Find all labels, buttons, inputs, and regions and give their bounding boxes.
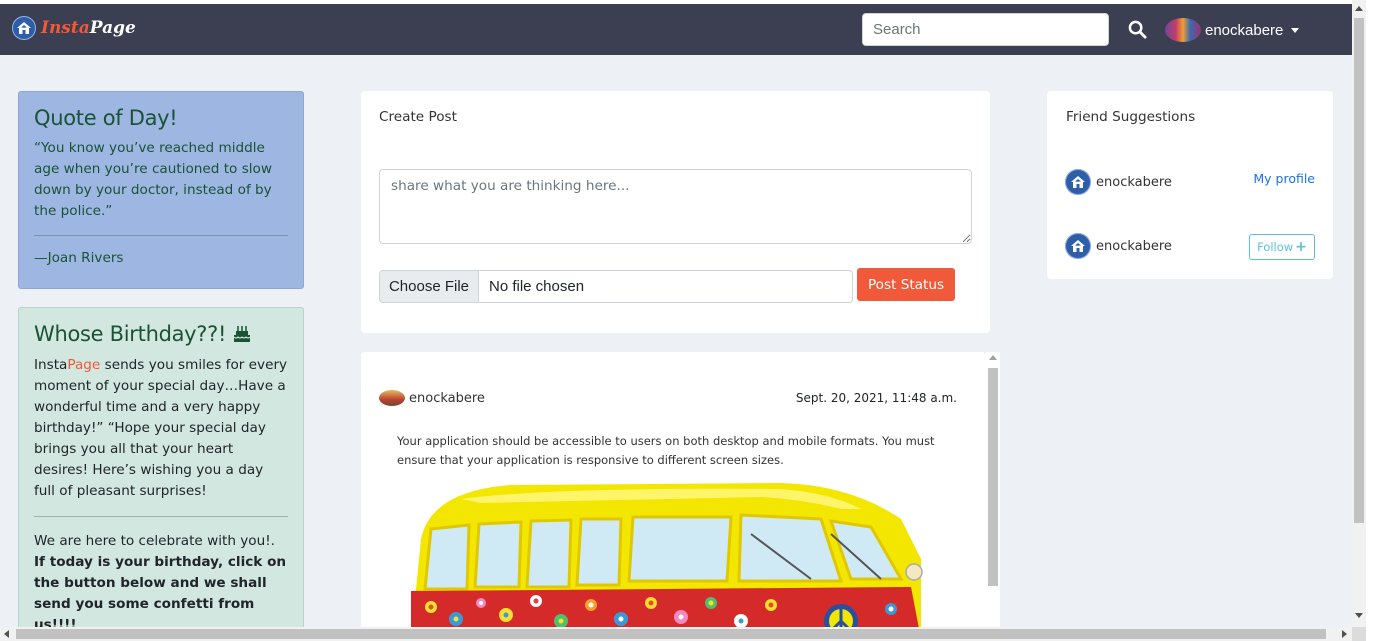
quote-title: Quote of Day! [34,106,178,130]
post-scrollbar[interactable] [986,352,1000,632]
scrollbar-corner [1352,627,1366,641]
post-text: Your application should be accessible to… [397,434,935,467]
create-post-card: Create Post Choose File No file chosen P… [361,91,990,333]
birthday-message: InstaPage sends you smiles for every mom… [34,355,288,502]
horizontal-scrollbar-thumb[interactable] [16,629,1326,639]
birthday-insta: Insta [34,357,68,373]
search-input[interactable] [862,13,1109,46]
home-icon [1065,169,1091,195]
post-date: Sept. 20, 2021, 11:48 a.m. [795,391,957,405]
scroll-up-icon[interactable] [1355,6,1363,11]
quote-text: “You know you’ve reached middle age when… [34,140,272,219]
post-textarea[interactable] [379,169,972,244]
birthday-instruction: If today is your birthday, click on the … [34,554,287,633]
user-avatar [1165,18,1201,42]
scroll-left-icon[interactable] [4,630,9,638]
birthday-page: Page [67,357,101,373]
follow-button[interactable]: Follow + [1249,234,1315,260]
caret-down-icon [1291,27,1300,33]
quote-divider [34,235,288,236]
scroll-up-icon[interactable] [989,355,997,360]
page-vertical-scrollbar[interactable] [1352,0,1366,641]
friend-name: enockabere [1096,238,1172,254]
choose-file-button[interactable]: Choose File [380,271,479,302]
hippie-van-image [401,479,941,632]
follow-label: Follow [1257,240,1294,254]
window-right-gutter [1366,0,1386,641]
file-status: No file chosen [489,278,585,295]
post-status-button[interactable]: Post Status [857,268,955,301]
post-scrollbar-thumb[interactable] [988,368,998,586]
birthday-heading: Whose Birthday??! [34,322,288,346]
post-author-name: enockabere [409,390,485,406]
home-icon [1065,233,1091,259]
plus-icon: + [1295,239,1307,255]
create-post-title: Create Post [379,109,457,125]
quote-card: Quote of Day! “You know you’ve reached m… [18,91,304,289]
birthday-title: Whose Birthday??! [34,322,227,346]
post-author-avatar [379,390,405,406]
scroll-right-icon[interactable] [1342,630,1347,638]
my-profile-link[interactable]: My profile [1253,171,1315,186]
birthday-message-body: sends you smiles for every moment of you… [34,357,288,499]
brand-name: InstaPage [41,18,136,38]
friend-suggestions-title: Friend Suggestions [1066,109,1196,125]
user-dropdown-toggle[interactable]: enockabere [1165,17,1300,43]
quote-author: —Joan Rivers [34,250,124,266]
navbar: InstaPage enockabere [0,4,1352,55]
file-input[interactable]: Choose File No file chosen [379,270,853,303]
friend-name: enockabere [1096,174,1172,190]
brand-link[interactable]: InstaPage [12,16,136,40]
birthday-card: Whose Birthday??! InstaPage sends you sm… [18,307,304,637]
brand-insta: Insta [41,18,90,38]
search-icon[interactable] [1126,17,1148,41]
page-horizontal-scrollbar[interactable] [0,627,1352,641]
brand-page: Page [89,18,136,38]
birthday-celebrate: We are here to celebrate with you!. [34,533,276,549]
post-author[interactable]: enockabere [379,390,485,406]
scroll-down-icon[interactable] [1355,613,1363,618]
cake-icon [232,324,252,344]
navbar-username: enockabere [1205,21,1284,39]
vertical-scrollbar-thumb[interactable] [1354,18,1364,523]
post-card: enockabere Sept. 20, 2021, 11:48 a.m. Yo… [361,352,986,632]
home-icon [12,16,36,40]
friend-suggestions-card: Friend Suggestions enockabere My profile… [1047,91,1333,279]
birthday-divider [34,516,288,517]
